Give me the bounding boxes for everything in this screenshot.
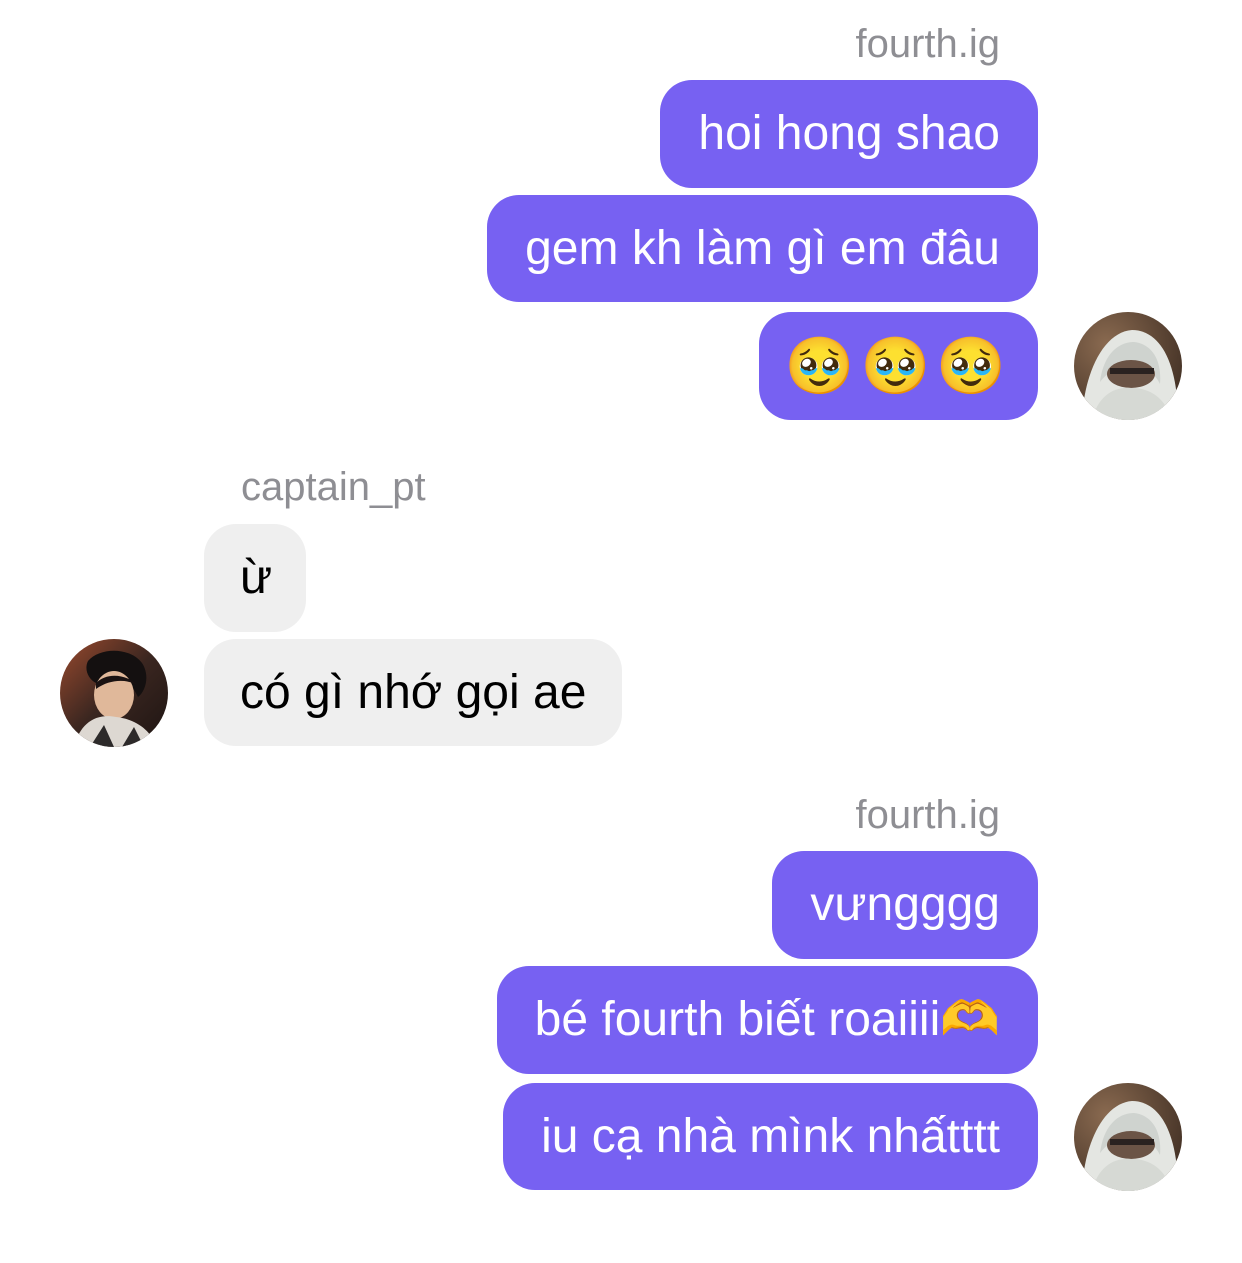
message-text: có gì nhớ gọi ae <box>240 665 587 719</box>
message-text: iu cạ nhà mìnk nhấtttt <box>541 1109 1000 1163</box>
message-text: ừ <box>240 551 273 604</box>
avatar-photo-hoodie-icon <box>1074 1083 1182 1191</box>
avatar[interactable] <box>1074 312 1182 420</box>
message-text: bé fourth biết roaiiii🫶 <box>534 993 1000 1046</box>
message-text: vưngggg <box>810 878 1000 931</box>
avatar-photo-hoodie-icon <box>1074 312 1182 420</box>
message-bubble[interactable]: ừ <box>204 524 306 632</box>
message-text: 🥹🥹🥹 <box>784 334 1013 397</box>
message-bubble[interactable]: hoi hong shao <box>660 80 1038 188</box>
message-bubble[interactable]: 🥹🥹🥹 <box>759 312 1038 420</box>
message-bubble[interactable]: gem kh làm gì em đâu <box>487 195 1038 302</box>
avatar-photo-profile-icon <box>60 639 168 747</box>
sender-username: captain_pt <box>241 465 426 509</box>
message-text: hoi hong shao <box>698 107 1000 160</box>
message-text: gem kh làm gì em đâu <box>525 221 1000 275</box>
message-bubble[interactable]: có gì nhớ gọi ae <box>204 639 623 746</box>
message-bubble[interactable]: bé fourth biết roaiiii🫶 <box>496 966 1038 1074</box>
avatar[interactable] <box>60 639 168 747</box>
message-bubble[interactable]: iu cạ nhà mìnk nhấtttt <box>503 1083 1038 1190</box>
avatar[interactable] <box>1074 1083 1182 1191</box>
sender-username: fourth.ig <box>855 22 1000 66</box>
message-bubble[interactable]: vưngggg <box>772 851 1038 959</box>
sender-username: fourth.ig <box>855 793 1000 837</box>
